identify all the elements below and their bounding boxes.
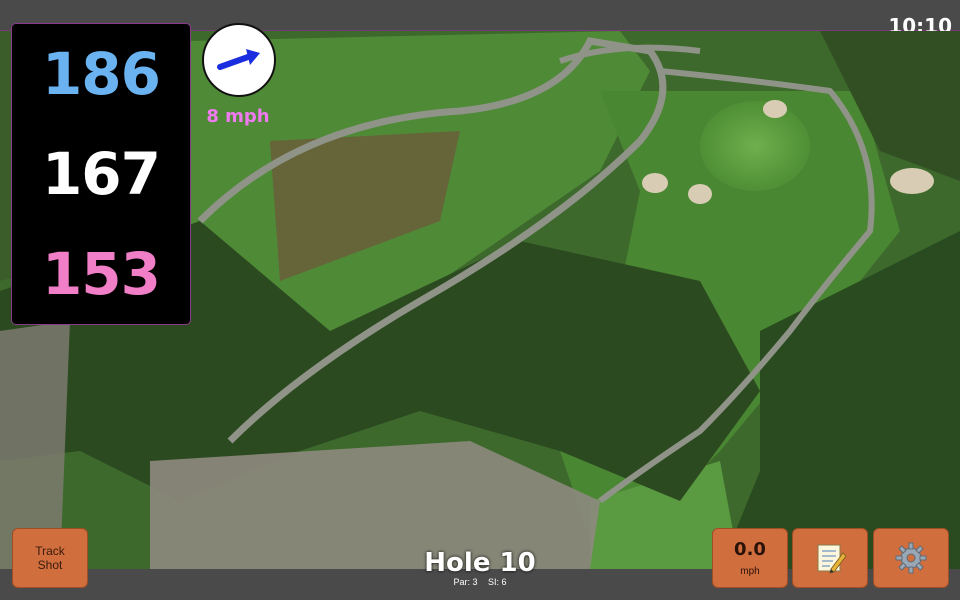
track-shot-button[interactable]: Track Shot [12, 528, 88, 588]
yardage-back: 186 [41, 40, 161, 108]
hole-title: Hole 10 [424, 548, 536, 578]
notepad-icon [817, 544, 847, 574]
settings-button[interactable] [873, 528, 949, 588]
arrow-icon [217, 49, 260, 70]
hole-info: Par: 3 SI: 6 [380, 577, 580, 587]
speed-button[interactable]: 0.0 mph [712, 528, 788, 588]
notes-button[interactable] [792, 528, 868, 588]
speed-value: 0.0 [734, 539, 766, 560]
track-shot-label-line2: Shot [37, 558, 63, 572]
yardage-front: 153 [41, 240, 161, 308]
wind-speed-label: 8 mph [206, 106, 270, 127]
speed-unit: mph [740, 566, 760, 577]
hole-si: SI: 6 [488, 577, 507, 587]
hole-par: Par: 3 [453, 577, 478, 587]
gear-icon [895, 542, 927, 574]
yardage-panel: 186 167 153 [11, 23, 191, 325]
yardage-middle: 167 [41, 140, 161, 208]
track-shot-label-line1: Track [35, 544, 65, 558]
wind-indicator [202, 23, 276, 97]
